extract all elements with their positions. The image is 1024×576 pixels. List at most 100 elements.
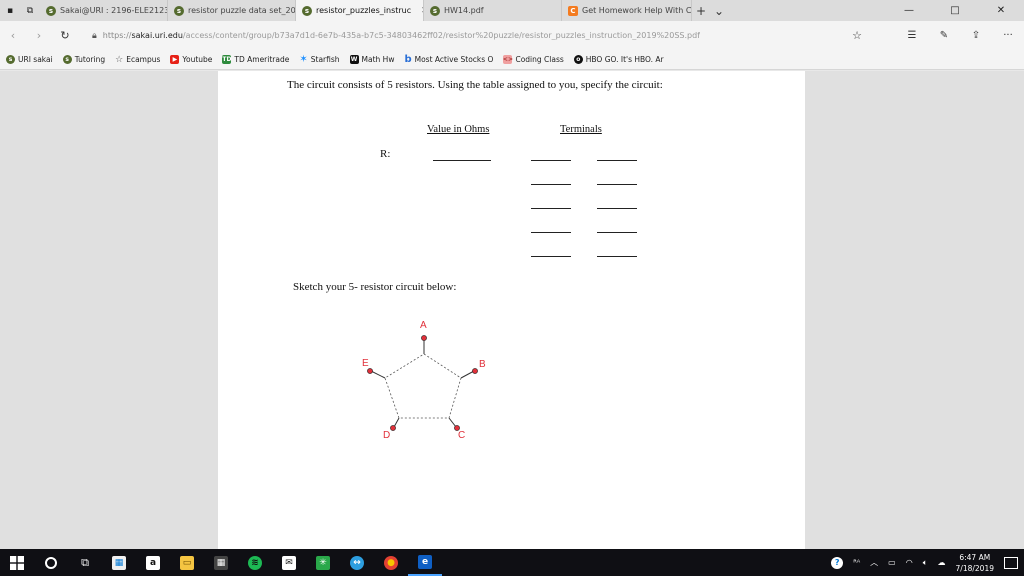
- clock-date: 7/18/2019: [955, 563, 994, 573]
- wifi-icon[interactable]: ◠: [906, 558, 913, 567]
- sakai-favicon-icon: s: [430, 5, 440, 16]
- forward-button[interactable]: ›: [26, 29, 52, 42]
- refresh-button[interactable]: ↻: [52, 29, 78, 42]
- onedrive-icon[interactable]: ☁: [938, 558, 946, 567]
- lead-e: [370, 370, 386, 379]
- maximize-button[interactable]: □: [932, 0, 978, 21]
- terminal-blank: [531, 160, 571, 161]
- more-menu-icon[interactable]: ···: [992, 30, 1024, 41]
- terminal-blank: [597, 256, 637, 257]
- clock[interactable]: 6:47 AM 7/18/2019: [956, 552, 994, 574]
- amazon-icon[interactable]: a: [136, 549, 170, 576]
- pentagon-node-diagram: A B C D E: [362, 320, 486, 441]
- show-hidden-icons-chevron-up-icon[interactable]: ︿: [870, 557, 878, 568]
- favorite-most-active-stocks[interactable]: b Most Active Stocks O: [404, 54, 493, 65]
- edge-icon[interactable]: e: [408, 549, 442, 576]
- chrome-icon[interactable]: ●: [374, 549, 408, 576]
- back-button[interactable]: ‹: [0, 29, 26, 42]
- mail-icon[interactable]: ✉: [272, 549, 306, 576]
- node-label-a: A: [420, 320, 427, 331]
- tab-chegg[interactable]: C Get Homework Help With C: [562, 0, 692, 21]
- battery-icon[interactable]: ▭: [888, 558, 896, 567]
- windows-logo-icon: [10, 555, 24, 570]
- favorite-hbo-go[interactable]: o HBO GO. It's HBO. Ar: [573, 55, 664, 64]
- b-icon: b: [404, 54, 412, 65]
- favorite-td-ameritrade[interactable]: TD TD Ameritrade: [222, 55, 289, 64]
- node-label-e: E: [362, 358, 369, 369]
- calculator-icon[interactable]: ▦: [204, 549, 238, 576]
- pen-notes-icon[interactable]: ✎: [928, 30, 960, 41]
- tab-resistor-data[interactable]: s resistor puzzle data set_201: [168, 0, 296, 21]
- lock-icon: 🔒︎: [92, 30, 97, 41]
- value-blank: [433, 160, 491, 161]
- favorite-ecampus[interactable]: ☆ Ecampus: [115, 54, 160, 65]
- terminal-blank: [597, 160, 637, 161]
- spotify-icon[interactable]: ≋: [238, 549, 272, 576]
- close-tab-icon[interactable]: ✕: [415, 6, 423, 16]
- node-label-d: D: [383, 430, 390, 441]
- new-tab-button[interactable]: +: [692, 0, 710, 21]
- tab-sakai[interactable]: s Sakai@URI : 2196-ELE21230: [40, 0, 168, 21]
- system-tray: ? ᴿᴬ ︿ ▭ ◠ 🔈︎ ☁ 6:47 AM 7/18/2019: [831, 552, 1024, 574]
- help-icon[interactable]: ?: [831, 556, 844, 569]
- tab-resistor-instructions[interactable]: s resistor_puzzles_instruc ✕: [296, 0, 424, 21]
- tab-label: HW14.pdf: [444, 6, 484, 15]
- tab-list-chevron-icon[interactable]: ⌄: [710, 0, 728, 21]
- paint-icon[interactable]: ✳: [306, 549, 340, 576]
- terminal-blank: [531, 184, 571, 185]
- terminal-blank: [531, 256, 571, 257]
- favorite-math-hw[interactable]: W Math Hw: [349, 55, 394, 64]
- node-d: [390, 425, 396, 431]
- task-view-icon[interactable]: ⧉: [68, 549, 102, 576]
- cortana-icon[interactable]: [34, 549, 68, 576]
- pdf-page: The circuit consists of 5 resistors. Usi…: [218, 71, 805, 549]
- url-field[interactable]: 🔒︎ https://sakai.uri.edu/access/content/…: [88, 26, 868, 46]
- favorite-tutoring[interactable]: s Tutoring: [62, 55, 105, 64]
- action-center-icon[interactable]: [1004, 556, 1018, 569]
- favorite-youtube[interactable]: ▶ Youtube: [170, 55, 212, 64]
- sketch-prompt: Sketch your 5- resistor circuit below:: [293, 281, 457, 293]
- chegg-favicon-icon: C: [568, 5, 578, 16]
- share-icon[interactable]: ⇪: [960, 30, 992, 41]
- tab-hw14[interactable]: s HW14.pdf: [424, 0, 562, 21]
- w-icon: W: [349, 55, 359, 64]
- favorites-hub-icon[interactable]: ☰: [896, 30, 928, 41]
- sakai-icon: s: [6, 55, 15, 64]
- teamviewer-icon[interactable]: ↔: [340, 549, 374, 576]
- volume-icon[interactable]: 🔈︎: [923, 558, 928, 568]
- lead-d: [393, 417, 400, 428]
- address-toolbar: ‹ › ↻ 🔒︎ https://sakai.uri.edu/access/co…: [0, 21, 1024, 50]
- favorite-starfish[interactable]: ✶ Starfish: [299, 54, 339, 65]
- tab-label: Get Homework Help With C: [582, 6, 692, 15]
- lead-b: [460, 370, 475, 379]
- hbo-icon: o: [573, 55, 583, 64]
- tab-actions-icon[interactable]: ▪: [0, 0, 20, 21]
- start-button[interactable]: [0, 549, 34, 576]
- tab-label: Sakai@URI : 2196-ELE21230: [60, 6, 168, 15]
- terminal-blank: [597, 232, 637, 233]
- youtube-icon: ▶: [170, 55, 180, 64]
- tab-label: resistor puzzle data set_201: [188, 6, 296, 15]
- minimize-button[interactable]: —: [886, 0, 932, 21]
- resistor-label: R:: [380, 148, 391, 160]
- favorite-uri-sakai[interactable]: s URI sakai: [6, 55, 53, 64]
- close-window-button[interactable]: ✕: [978, 0, 1024, 21]
- terminal-blank: [597, 208, 637, 209]
- node-e: [367, 368, 373, 374]
- tab-label: resistor_puzzles_instruc: [316, 6, 412, 15]
- tab-preview-icon[interactable]: ⧉: [20, 0, 40, 21]
- node-label-b: B: [479, 359, 486, 370]
- file-explorer-icon[interactable]: ▭: [170, 549, 204, 576]
- lead-c: [448, 417, 457, 428]
- store-icon[interactable]: ▦: [102, 549, 136, 576]
- taskbar: ⧉ ▦ a ▭ ▦ ≋ ✉ ✳ ↔ ● e ? ᴿᴬ ︿ ▭ ◠ 🔈︎ ☁ 6:…: [0, 549, 1024, 576]
- terminal-blank: [531, 232, 571, 233]
- clock-time: 6:47 AM: [959, 552, 991, 562]
- terminal-blank: [531, 208, 571, 209]
- people-icon[interactable]: ᴿᴬ: [853, 558, 860, 567]
- url-scheme: https://: [102, 31, 132, 40]
- url-path: /access/content/group/b73a7d1d-6e7b-435a…: [182, 31, 701, 40]
- favorite-star-icon[interactable]: ☆: [852, 29, 868, 42]
- star-icon: ☆: [115, 54, 124, 65]
- favorite-coding-class[interactable]: <> Coding Class: [503, 55, 564, 64]
